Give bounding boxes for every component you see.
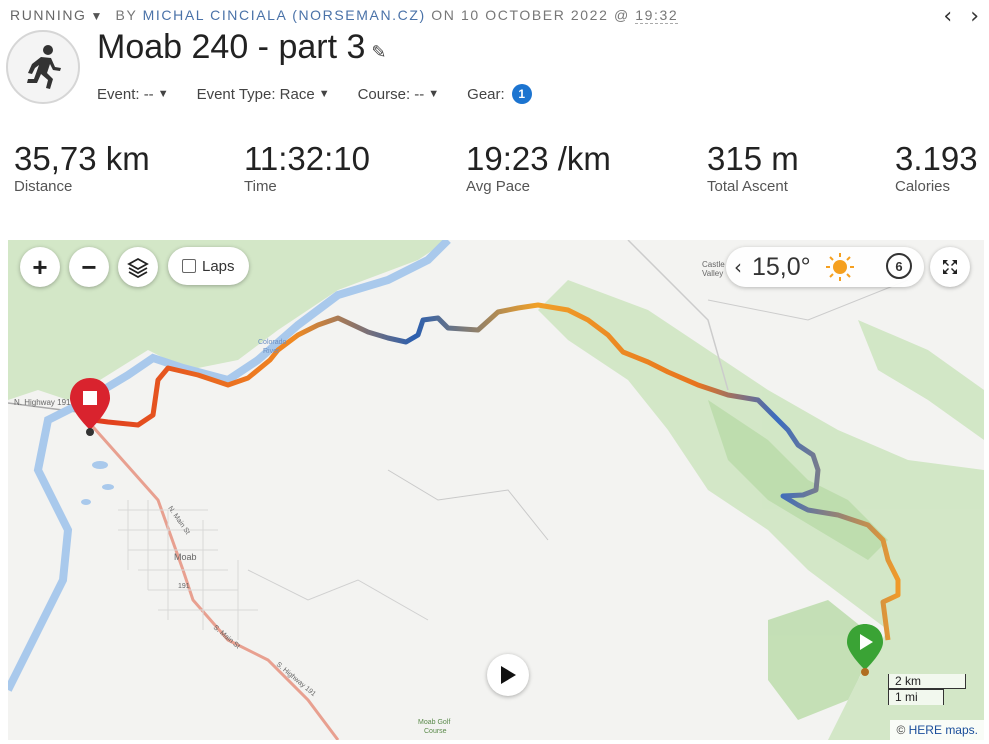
attribution-link[interactable]: HERE maps.	[909, 723, 978, 737]
activity-type-dropdown-icon[interactable]: ▼	[91, 9, 104, 23]
map-label-castle-valley-1: Castle	[702, 260, 725, 269]
stat-avg-pace: 19:23 /km Avg Pace	[466, 140, 611, 195]
chevron-down-icon: ▼	[318, 88, 330, 100]
layers-icon	[127, 257, 149, 278]
activity-nav: ‹ ›	[943, 4, 979, 29]
event-type-dropdown[interactable]: Event Type: Race ▼	[197, 84, 330, 104]
stat-label: Avg Pace	[466, 178, 530, 195]
play-icon	[501, 666, 516, 684]
activity-date: 10 OCTOBER 2022	[460, 7, 609, 23]
town-grid	[118, 500, 258, 640]
event-label: Event: --	[97, 85, 154, 103]
stat-distance: 35,73 km Distance	[14, 140, 150, 195]
activity-type[interactable]: RUNNING	[10, 7, 87, 23]
stat-value: 11:32:10	[244, 140, 371, 177]
zoom-out-button[interactable]: −	[69, 247, 109, 287]
previous-activity-button[interactable]: ‹	[943, 4, 952, 29]
map-label-main-st-s: S. Main St	[212, 624, 241, 650]
chevron-down-icon: ▼	[157, 88, 169, 100]
scale-mi: 1 mi	[888, 689, 944, 705]
event-dropdown[interactable]: Event: -- ▼	[97, 84, 169, 104]
by-prefix: BY	[115, 7, 138, 23]
map-label-golf-1: Moab Golf	[418, 719, 450, 726]
activity-map[interactable]: N. Highway 191 Castle Valley Colorado Ri…	[8, 240, 984, 740]
map-label-highway-s: S. Highway 191	[275, 661, 317, 698]
map-label-moab: Moab	[174, 552, 197, 562]
ponds	[81, 461, 114, 505]
gear-label: Gear:	[467, 85, 505, 103]
map-label-route: 191	[178, 583, 190, 590]
map-scale: 2 km 1 mi	[888, 674, 966, 705]
finish-marker-icon[interactable]	[70, 378, 110, 436]
chevron-down-icon: ▼	[428, 88, 440, 100]
wind-speed-value: 6	[895, 258, 903, 274]
stat-value: 3.193	[895, 140, 978, 177]
map-label-golf-2: Course	[424, 728, 447, 735]
activity-meta: RUNNING ▼ BY MICHAL CINCIALA (NORSEMAN.CZ…	[10, 7, 679, 24]
stat-label: Total Ascent	[707, 178, 788, 195]
gear-field[interactable]: Gear: 1	[467, 84, 532, 104]
zoom-in-button[interactable]: +	[20, 247, 60, 287]
at-symbol: @	[613, 7, 630, 23]
gear-count-badge[interactable]: 1	[511, 84, 532, 104]
play-replay-button[interactable]	[487, 654, 529, 696]
stat-time: 11:32:10 Time	[244, 140, 370, 195]
activity-title-text: Moab 240 - part 3	[97, 28, 366, 66]
stat-calories: 3.193 Calories	[895, 140, 978, 195]
layers-button[interactable]	[118, 247, 158, 287]
map-label-river: River	[263, 348, 280, 355]
running-icon	[6, 30, 80, 104]
weather-prev-button[interactable]: ‹	[734, 255, 742, 279]
scale-km: 2 km	[888, 674, 966, 689]
stat-label: Time	[244, 178, 277, 195]
sun-icon	[825, 253, 854, 281]
fullscreen-button[interactable]	[930, 247, 970, 287]
stat-label: Distance	[14, 178, 73, 195]
laps-toggle[interactable]: Laps	[168, 247, 249, 285]
stat-value: 19:23 /km	[466, 140, 611, 177]
wind-speed-icon: 6	[886, 253, 912, 279]
map-label-highway: N. Highway 191	[14, 398, 71, 407]
temperature-value: 15,0°	[752, 252, 811, 281]
activity-title: Moab 240 - part 3 ✎	[97, 28, 386, 67]
laps-label: Laps	[202, 257, 235, 275]
stat-label: Calories	[895, 178, 951, 195]
map-label-colorado: Colorado	[258, 339, 287, 346]
stat-value: 315 m	[707, 140, 799, 177]
course-dropdown[interactable]: Course: -- ▼	[358, 84, 440, 104]
activity-fields: Event: -- ▼ Event Type: Race ▼ Course: -- ▼…	[97, 84, 532, 104]
stats-row: 35,73 km Distance 11:32:10 Time 19:23 /k…	[0, 140, 989, 200]
next-activity-button[interactable]: ›	[970, 4, 979, 29]
map-attribution[interactable]: © HERE maps.	[890, 720, 984, 740]
copyright-symbol: ©	[896, 723, 906, 737]
author-link[interactable]: MICHAL CINCIALA (NORSEMAN.CZ)	[143, 7, 426, 23]
event-type-label: Event Type: Race	[196, 85, 315, 103]
edit-pencil-icon[interactable]: ✎	[371, 42, 386, 62]
on-prefix: ON	[431, 7, 456, 23]
stat-total-ascent: 315 m Total Ascent	[707, 140, 799, 195]
course-label: Course: --	[357, 85, 425, 103]
expand-icon	[943, 260, 957, 274]
activity-time[interactable]: 19:32	[635, 7, 679, 24]
map-label-castle-valley-2: Valley	[702, 269, 723, 278]
stat-value: 35,73 km	[14, 140, 150, 177]
laps-checkbox[interactable]	[182, 259, 196, 273]
